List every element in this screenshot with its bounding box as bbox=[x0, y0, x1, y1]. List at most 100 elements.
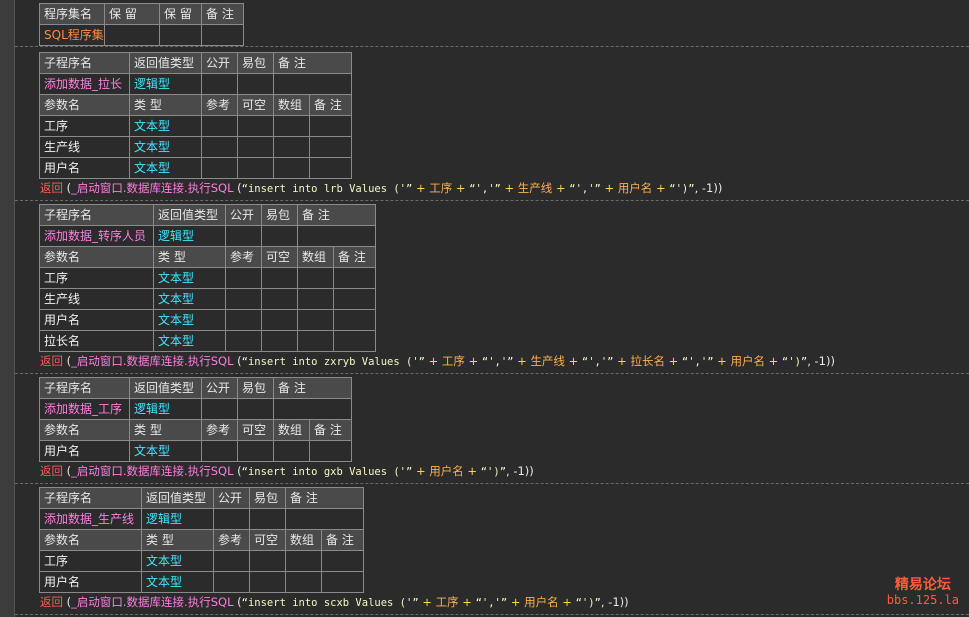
param-row[interactable]: 工序 文本型 bbox=[39, 115, 353, 137]
table-cell[interactable] bbox=[225, 225, 262, 247]
table-cell[interactable] bbox=[201, 24, 244, 46]
table-cell[interactable] bbox=[213, 508, 250, 530]
param-row[interactable]: 生产线 文本型 bbox=[39, 136, 353, 158]
program-set-row[interactable]: SQL程序集 bbox=[39, 24, 244, 46]
param-type[interactable]: 文本型 bbox=[129, 136, 202, 158]
table-cell[interactable] bbox=[201, 136, 238, 158]
table-cell[interactable] bbox=[201, 157, 238, 179]
table-cell[interactable] bbox=[261, 309, 298, 331]
param-row[interactable]: 工序 文本型 bbox=[39, 267, 377, 289]
table-cell[interactable] bbox=[308, 440, 353, 462]
return-type[interactable]: 逻辑型 bbox=[153, 225, 226, 247]
table-cell[interactable] bbox=[297, 309, 334, 331]
table-cell[interactable] bbox=[237, 136, 274, 158]
table-cell[interactable] bbox=[225, 267, 262, 289]
subroutine-row[interactable]: 添加数据_拉长 逻辑型 bbox=[39, 73, 353, 95]
table-cell[interactable] bbox=[237, 73, 274, 95]
table-cell[interactable] bbox=[261, 288, 298, 310]
table-cell[interactable] bbox=[201, 73, 238, 95]
param-name[interactable]: 用户名 bbox=[39, 440, 130, 462]
table-cell[interactable] bbox=[213, 550, 250, 572]
table-cell[interactable] bbox=[237, 398, 274, 420]
table-cell[interactable] bbox=[273, 440, 310, 462]
table-cell[interactable] bbox=[237, 440, 274, 462]
param-name[interactable]: 用户名 bbox=[39, 571, 142, 593]
table-cell[interactable] bbox=[249, 571, 286, 593]
table-cell[interactable] bbox=[201, 115, 238, 137]
table-cell[interactable] bbox=[285, 550, 322, 572]
param-type[interactable]: 文本型 bbox=[153, 330, 226, 352]
subroutine-row[interactable]: 添加数据_工序 逻辑型 bbox=[39, 398, 353, 420]
table-cell[interactable] bbox=[297, 330, 334, 352]
param-row[interactable]: 用户名 文本型 bbox=[39, 157, 353, 179]
param-row[interactable]: 生产线 文本型 bbox=[39, 288, 377, 310]
table-cell[interactable] bbox=[297, 288, 334, 310]
table-cell[interactable] bbox=[237, 157, 274, 179]
table-cell[interactable] bbox=[332, 330, 377, 352]
code-line[interactable]: 返回 (_启动窗口.数据库连接.执行SQL (“insert into zxry… bbox=[40, 352, 835, 370]
subroutine-name[interactable]: 添加数据_生产线 bbox=[39, 508, 142, 530]
table-cell[interactable] bbox=[104, 24, 160, 46]
code-line[interactable]: 返回 (_启动窗口.数据库连接.执行SQL (“insert into gxb … bbox=[40, 462, 534, 480]
param-name[interactable]: 用户名 bbox=[39, 157, 130, 179]
return-type[interactable]: 逻辑型 bbox=[141, 508, 214, 530]
param-type[interactable]: 文本型 bbox=[141, 571, 214, 593]
param-type[interactable]: 文本型 bbox=[153, 309, 226, 331]
table-cell[interactable] bbox=[308, 136, 353, 158]
table-cell[interactable] bbox=[272, 73, 353, 95]
table-cell[interactable] bbox=[308, 157, 353, 179]
subroutine-name[interactable]: 添加数据_转序人员 bbox=[39, 225, 154, 247]
table-cell[interactable] bbox=[213, 571, 250, 593]
param-row[interactable]: 用户名 文本型 bbox=[39, 571, 365, 593]
param-name[interactable]: 拉长名 bbox=[39, 330, 154, 352]
code-line[interactable]: 返回 (_启动窗口.数据库连接.执行SQL (“insert into scxb… bbox=[40, 593, 629, 611]
param-type[interactable]: 文本型 bbox=[129, 440, 202, 462]
param-type[interactable]: 文本型 bbox=[153, 288, 226, 310]
table-cell[interactable] bbox=[261, 225, 298, 247]
table-cell[interactable] bbox=[249, 550, 286, 572]
table-cell[interactable] bbox=[332, 288, 377, 310]
table-cell[interactable] bbox=[261, 330, 298, 352]
table-cell[interactable] bbox=[273, 136, 310, 158]
param-name[interactable]: 生产线 bbox=[39, 288, 154, 310]
param-row[interactable]: 用户名 文本型 bbox=[39, 440, 353, 462]
param-type[interactable]: 文本型 bbox=[153, 267, 226, 289]
table-cell[interactable] bbox=[261, 267, 298, 289]
param-type[interactable]: 文本型 bbox=[141, 550, 214, 572]
program-set-name[interactable]: SQL程序集 bbox=[39, 24, 105, 46]
table-cell[interactable] bbox=[201, 440, 238, 462]
subroutine-name[interactable]: 添加数据_拉长 bbox=[39, 73, 130, 95]
param-row[interactable]: 拉长名 文本型 bbox=[39, 330, 377, 352]
table-cell[interactable] bbox=[332, 267, 377, 289]
param-name[interactable]: 用户名 bbox=[39, 309, 154, 331]
table-cell[interactable] bbox=[308, 115, 353, 137]
table-cell[interactable] bbox=[249, 508, 286, 530]
subroutine-row[interactable]: 添加数据_转序人员 逻辑型 bbox=[39, 225, 377, 247]
table-cell[interactable] bbox=[225, 288, 262, 310]
param-row[interactable]: 工序 文本型 bbox=[39, 550, 365, 572]
param-name[interactable]: 工序 bbox=[39, 267, 154, 289]
param-name[interactable]: 生产线 bbox=[39, 136, 130, 158]
table-cell[interactable] bbox=[237, 115, 274, 137]
code-editor[interactable]: 程序集名 保 留 保 留 备 注 SQL程序集 子程序名 返回值类型 公开 易包备 注… bbox=[15, 0, 969, 617]
table-cell[interactable] bbox=[296, 225, 377, 247]
param-type[interactable]: 文本型 bbox=[129, 115, 202, 137]
table-cell[interactable] bbox=[159, 24, 202, 46]
subroutine-name[interactable]: 添加数据_工序 bbox=[39, 398, 130, 420]
table-cell[interactable] bbox=[332, 309, 377, 331]
table-cell[interactable] bbox=[285, 571, 322, 593]
param-type[interactable]: 文本型 bbox=[129, 157, 202, 179]
table-cell[interactable] bbox=[320, 571, 365, 593]
param-name[interactable]: 工序 bbox=[39, 550, 142, 572]
return-type[interactable]: 逻辑型 bbox=[129, 398, 202, 420]
table-cell[interactable] bbox=[225, 330, 262, 352]
param-row[interactable]: 用户名 文本型 bbox=[39, 309, 377, 331]
table-cell[interactable] bbox=[272, 398, 353, 420]
table-cell[interactable] bbox=[284, 508, 365, 530]
table-cell[interactable] bbox=[297, 267, 334, 289]
code-line[interactable]: 返回 (_启动窗口.数据库连接.执行SQL (“insert into lrb … bbox=[40, 179, 722, 197]
table-cell[interactable] bbox=[225, 309, 262, 331]
table-cell[interactable] bbox=[273, 157, 310, 179]
table-cell[interactable] bbox=[320, 550, 365, 572]
table-cell[interactable] bbox=[201, 398, 238, 420]
